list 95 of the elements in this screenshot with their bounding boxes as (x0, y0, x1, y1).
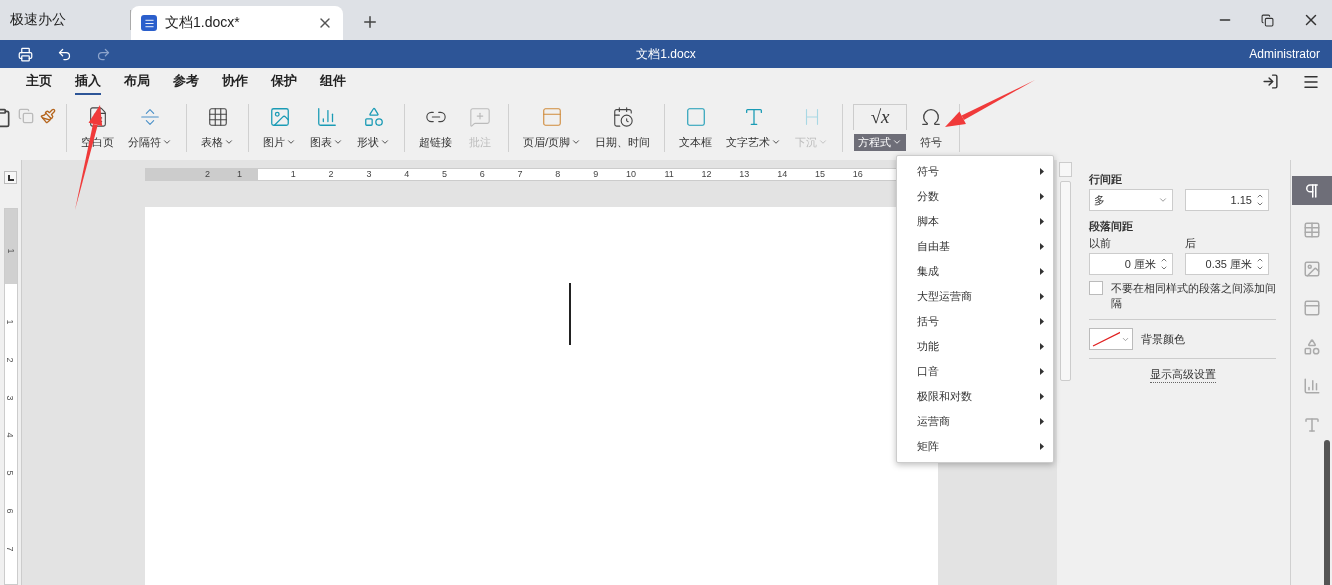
caret-icon (892, 137, 903, 147)
chart-icon (315, 106, 338, 128)
document-icon (141, 15, 157, 31)
background-color-picker[interactable] (1089, 328, 1133, 350)
paragraph-settings-icon[interactable] (1291, 176, 1332, 205)
toolbar-button[interactable]: 表格 (197, 103, 238, 151)
submenu-arrow-icon (1040, 243, 1044, 250)
picture-icon (268, 106, 291, 128)
submenu-arrow-icon (1040, 293, 1044, 300)
line-spacing-select[interactable]: 多 (1089, 189, 1173, 211)
vertical-ruler: 1 1 2 3 4 5 6 7 (3, 208, 18, 585)
text-cursor (569, 283, 571, 345)
paintbrush-icon[interactable] (40, 107, 56, 124)
toolbar-button[interactable]: 超链接 (415, 103, 456, 151)
toolbar-button[interactable]: 页眉/页脚 (519, 103, 586, 151)
print-icon[interactable] (18, 46, 33, 62)
restore-icon[interactable] (1261, 13, 1274, 27)
menu-item[interactable]: 口音 (897, 359, 1053, 384)
header-footer-icon (541, 106, 564, 128)
submenu-arrow-icon (1040, 193, 1044, 200)
menu-tab[interactable]: 主页 (26, 68, 52, 95)
menu-item[interactable]: 矩阵 (897, 434, 1053, 459)
equation-icon: √x (870, 106, 890, 128)
menu-item[interactable]: 大型运营商 (897, 284, 1053, 309)
caret-icon (771, 137, 782, 147)
caret-icon (380, 137, 390, 147)
menu-tab[interactable]: 组件 (320, 68, 346, 95)
caret-icon (333, 137, 343, 147)
user-name: Administrator (1249, 47, 1320, 61)
menu-item[interactable]: 括号 (897, 309, 1053, 334)
line-spacing-input[interactable]: 1.15 (1185, 189, 1269, 211)
table-icon (206, 106, 229, 128)
submenu-arrow-icon (1040, 393, 1044, 400)
submenu-arrow-icon (1040, 368, 1044, 375)
toolbar-button[interactable]: 图表 (306, 103, 347, 151)
browser-tab[interactable]: 极速办公 (0, 3, 130, 37)
scrollbar-thumb[interactable] (1059, 181, 1071, 381)
paragraph-spacing-label: 段落间距 (1089, 219, 1134, 234)
menu-item[interactable]: 集成 (897, 259, 1053, 284)
before-label: 以前 (1089, 236, 1112, 251)
submenu-arrow-icon (1040, 268, 1044, 275)
menu-item[interactable]: 分数 (897, 184, 1053, 209)
tab-stop-button[interactable] (4, 171, 17, 184)
toolbar-button[interactable]: 文本框 (675, 103, 717, 151)
line-spacing-label: 行间距 (1089, 172, 1123, 187)
page-break-icon (139, 106, 161, 128)
window-title: 文档1.docx (636, 46, 696, 61)
toolbar-button[interactable]: 分隔符 (124, 103, 176, 151)
toolbar-button[interactable]: 日期、时间 (591, 103, 655, 151)
checkbox-label: 不要在相同样式的段落之间添加间隔 (1111, 281, 1276, 311)
caret-icon (571, 137, 582, 147)
background-color-label: 背景颜色 (1141, 331, 1185, 347)
menu-tab[interactable]: 协作 (222, 68, 248, 95)
menu-tab[interactable]: 插入 (75, 68, 101, 95)
caret-icon (818, 137, 829, 147)
toolbar-button[interactable]: 图片 (259, 103, 300, 151)
menu-item[interactable]: 极限和对数 (897, 384, 1053, 409)
scrollbar-thumb[interactable] (1324, 440, 1330, 585)
checkbox[interactable] (1089, 281, 1103, 295)
caret-icon (162, 137, 172, 147)
submenu-arrow-icon (1040, 418, 1044, 425)
caret-icon (1158, 195, 1168, 205)
toolbar-button[interactable]: 形状 (353, 103, 394, 151)
text-box-icon (684, 106, 707, 128)
shapes-icon (362, 106, 385, 128)
submenu-arrow-icon (1040, 443, 1044, 450)
advanced-settings-link[interactable]: 显示高级设置 (1149, 367, 1216, 383)
after-spacing-input[interactable]: 0.35 厘米 (1185, 253, 1269, 275)
comment-icon (469, 106, 491, 128)
no-color-swatch-icon (1092, 331, 1120, 347)
submenu-arrow-icon (1040, 343, 1044, 350)
menu-item[interactable]: 符号 (897, 159, 1053, 184)
submenu-arrow-icon (1040, 318, 1044, 325)
submenu-arrow-icon (1040, 168, 1044, 175)
menu-tab[interactable]: 参考 (173, 68, 199, 95)
open-location-icon[interactable] (1262, 73, 1279, 90)
omega-icon (920, 106, 943, 128)
menu-tab[interactable]: 布局 (124, 68, 150, 95)
menu-item[interactable]: 自由基 (897, 234, 1053, 259)
redo-icon[interactable] (96, 46, 111, 62)
calendar-clock-icon (611, 106, 634, 128)
menu-item[interactable]: 脚本 (897, 209, 1053, 234)
caret-icon (286, 137, 296, 147)
toolbar-button[interactable]: 文字艺术 (722, 103, 786, 151)
browser-tab[interactable]: 文档1.docx* (131, 6, 343, 40)
menu-item[interactable]: 运营商 (897, 409, 1053, 434)
menu-tab[interactable]: 保护 (271, 68, 297, 95)
undo-icon[interactable] (57, 46, 72, 62)
before-spacing-input[interactable]: 0 厘米 (1089, 253, 1173, 275)
submenu-arrow-icon (1040, 218, 1044, 225)
new-tab-button[interactable] (361, 13, 379, 31)
menu-item[interactable]: 功能 (897, 334, 1053, 359)
after-label: 后 (1185, 236, 1197, 251)
toolbar-button[interactable]: 符号 (913, 103, 950, 151)
caret-icon (224, 137, 234, 147)
